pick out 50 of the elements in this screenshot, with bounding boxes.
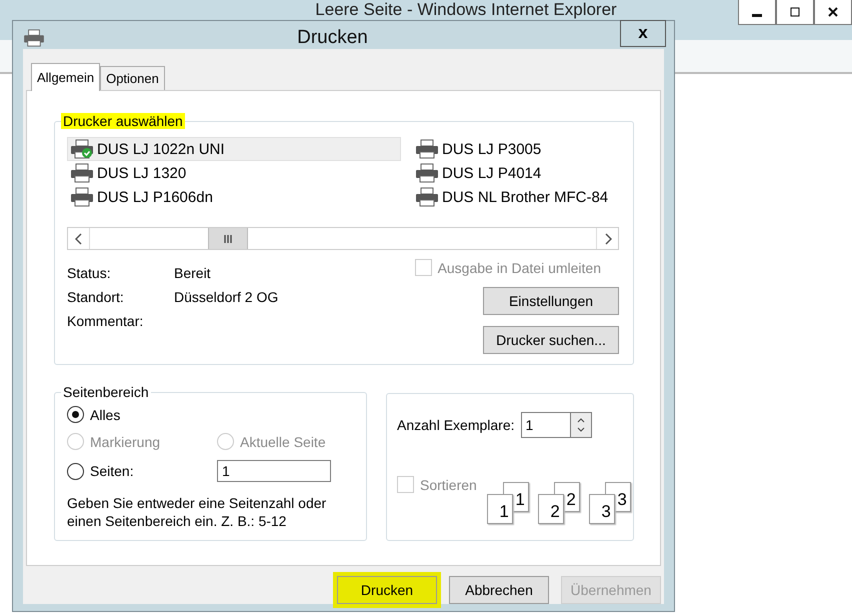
dialog-title: Drucken [296, 27, 369, 49]
spin-button[interactable] [570, 412, 592, 438]
printer-icon [70, 163, 94, 183]
printer-icon [70, 187, 94, 207]
minimize-icon [752, 14, 762, 16]
printer-item[interactable]: DUS LJ P4014 [412, 161, 619, 185]
scrollbar-thumb[interactable] [208, 228, 248, 249]
close-button[interactable] [814, 0, 852, 25]
checkbox-label: Sortieren [420, 476, 477, 492]
copies-field[interactable]: 1 [520, 412, 570, 438]
up-down-arrows-icon [576, 416, 586, 434]
printer-check-icon [70, 139, 94, 159]
background-window-title: Leere Seite - Windows Internet Explorer [315, 0, 617, 19]
status-value: Bereit [174, 265, 212, 281]
radio-label: Alles [90, 406, 120, 422]
radio-button[interactable] [67, 406, 84, 423]
status-label: Status: [67, 265, 112, 281]
printer-icon [415, 187, 439, 207]
copies-label: Anzahl Exemplare: [397, 417, 515, 433]
printer-item[interactable]: DUS LJ 1320 [67, 161, 412, 185]
minimize-button[interactable] [738, 0, 776, 25]
printer-item[interactable]: DUS LJ P1606dn [67, 185, 412, 209]
printer-item[interactable]: DUS NL Brother MFC-84 [412, 185, 619, 209]
radio-label: Markierung [90, 434, 160, 450]
dialog-button[interactable]: Einstellungen [483, 287, 619, 315]
status-value: Düsseldorf 2 OG [174, 289, 278, 305]
maximize-icon [788, 5, 802, 19]
radio-label: Aktuelle Seite [240, 434, 326, 450]
printer-icon [415, 139, 439, 159]
checkbox-label: Ausgabe in Datei umleiten [438, 260, 601, 276]
radio-label: Seiten: [90, 463, 134, 479]
radio-button[interactable] [67, 462, 84, 480]
status-label: Standort: [67, 289, 125, 305]
tab[interactable]: Allgemein [31, 63, 100, 91]
group-label: Drucker auswählen [61, 113, 185, 129]
hint-text: Geben Sie entweder eine Seitenzahl oder einen Seitenbereich ein. Z. B.: 5-12 [67, 494, 328, 530]
printer-item[interactable]: DUS LJ P3005 [412, 137, 619, 161]
maximize-button[interactable] [776, 0, 814, 25]
close-icon [826, 5, 840, 19]
printer-icon [23, 29, 45, 47]
dialog-button[interactable]: Drucker suchen... [483, 326, 619, 354]
status-label: Kommentar: [67, 313, 144, 329]
horizontal-scrollbar[interactable] [67, 227, 619, 250]
dialog-button[interactable]: Abbrechen [449, 576, 549, 604]
close-button[interactable]: x [620, 20, 666, 46]
pages-field[interactable]: 1 [217, 460, 331, 482]
printer-icon [415, 163, 439, 183]
group-label: Seitenbereich [62, 384, 150, 400]
tab[interactable]: Optionen [100, 66, 165, 90]
printer-item[interactable]: DUS LJ 1022n UNI [67, 137, 401, 161]
